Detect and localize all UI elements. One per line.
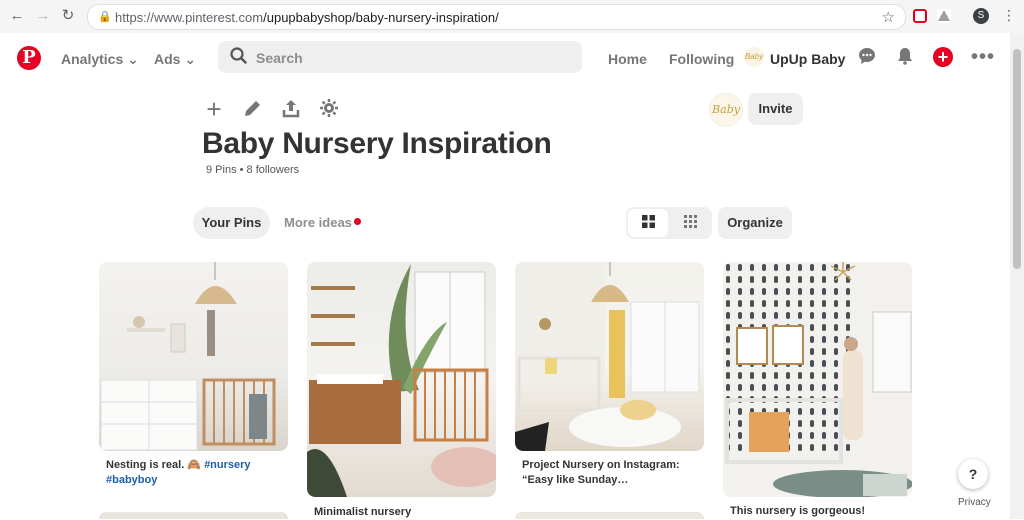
messages-icon[interactable] [857,47,877,67]
pin-card[interactable] [723,262,912,497]
address-bar[interactable]: 🔒 https://www.pinterest.com/upupbabyshop… [87,4,906,30]
share-upload-icon[interactable] [280,98,302,120]
analytics-menu[interactable]: Analytics ⌄ [61,51,139,68]
profile-avatar[interactable]: S [973,8,989,24]
browser-menu-icon[interactable]: ⋮ [1002,7,1016,24]
url-host: https://www.pinterest.com [115,10,264,25]
board-title: Baby Nursery Inspiration [202,127,552,160]
more-options-icon[interactable]: ••• [971,47,994,67]
url-text[interactable]: https://www.pinterest.com/upupbabyshop/b… [115,10,499,25]
compact-grid-icon[interactable] [670,209,710,237]
ads-menu[interactable]: Ads ⌄ [154,51,196,68]
add-icon[interactable]: + [203,96,225,122]
tab-more-ideas[interactable]: More ideas [284,207,352,239]
new-indicator-dot [354,218,361,225]
nav-following[interactable]: Following [669,51,734,67]
board-meta[interactable]: 9 Pins • 8 followers [206,164,299,176]
analytics-label: Analytics [61,51,124,67]
page-scrollbar[interactable] [1010,33,1024,519]
scrollbar-thumb[interactable] [1013,49,1021,269]
hashtag-link[interactable]: #nursery [204,459,250,471]
pin-image-next-row[interactable] [99,512,288,519]
create-plus-icon[interactable]: + [933,47,953,67]
lock-icon: 🔒 [98,11,112,23]
chevron-down-icon: ⌄ [127,51,139,67]
pin-card[interactable] [307,262,496,497]
settings-gear-icon[interactable] [318,98,340,120]
pinterest-extension-icon[interactable] [913,9,927,23]
tab-your-pins[interactable]: Your Pins [193,207,270,239]
edit-pencil-icon[interactable] [242,98,264,120]
pin-image-nursery-1[interactable] [99,262,288,451]
pin-card[interactable] [515,262,704,451]
pin-card[interactable] [99,262,288,451]
pin-title[interactable]: Nesting is real. 🙈 #nursery #babyboy [106,458,286,488]
hashtag-link[interactable]: #babyboy [106,474,157,486]
browser-toolbar: ← → ↻ 🔒 https://www.pinterest.com/upupba… [0,0,1024,34]
pin-title[interactable]: Minimalist nursery [314,505,494,520]
search-bar[interactable] [218,41,582,73]
pin-image-nursery-4[interactable] [723,262,912,497]
pin-title[interactable]: This nursery is gorgeous! [730,504,910,519]
nav-profile-name[interactable]: UpUp Baby [770,51,845,67]
drive-extension-icon[interactable] [937,9,951,23]
forward-icon[interactable]: → [35,8,51,24]
back-icon[interactable]: ← [9,8,25,24]
invite-button[interactable]: Invite [748,93,803,125]
pin-title-text: Nesting is real. 🙈 [106,459,205,471]
large-grid-icon[interactable] [628,209,668,237]
notifications-bell-icon[interactable] [895,47,915,67]
pinterest-logo[interactable]: P [17,46,41,70]
reload-icon[interactable]: ↻ [60,8,76,24]
chevron-down-icon: ⌄ [184,51,197,67]
ads-label: Ads [154,51,181,67]
search-input[interactable] [254,49,568,67]
pin-image-next-row[interactable] [515,512,704,519]
privacy-link[interactable]: Privacy [958,497,991,508]
pinterest-header: P Analytics ⌄ Ads ⌄ Home Following Baby … [0,33,1010,83]
board-owner-avatar[interactable]: Baby [709,93,743,127]
nav-home[interactable]: Home [608,51,647,67]
pin-title[interactable]: Project Nursery on Instagram: “Easy like… [522,458,702,488]
search-icon [230,47,247,69]
help-button[interactable]: ? [958,459,988,489]
view-toggle [626,207,712,239]
organize-button[interactable]: Organize [718,207,792,239]
pin-image-nursery-3[interactable] [515,262,704,451]
bookmark-star-icon[interactable]: ☆ [882,8,895,26]
user-avatar[interactable]: Baby [744,47,764,67]
url-path: /upupbabyshop/baby-nursery-inspiration/ [263,10,499,25]
pin-image-nursery-2[interactable] [307,262,496,497]
